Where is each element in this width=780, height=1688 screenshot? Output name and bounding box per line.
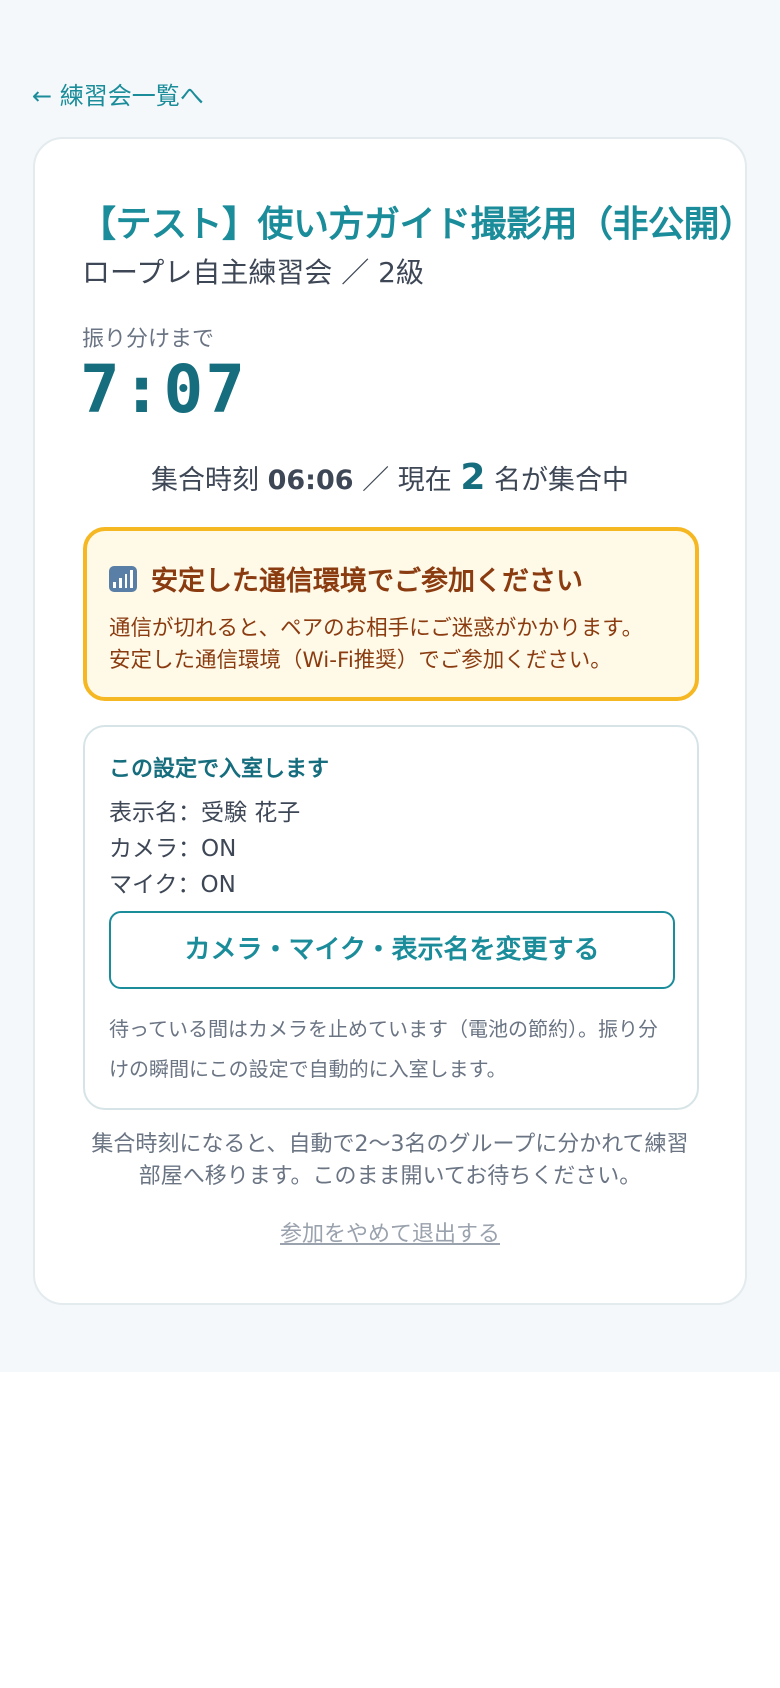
entry-settings-box: この設定で入室します 表示名：受験 花子 カメラ：ON マイク：ON カメラ・マ… (83, 725, 699, 1110)
warning-line-1: 通信が切れると、ペアのお相手にご迷惑がかかります。 (109, 616, 644, 641)
warning-body: 通信が切れると、ペアのお相手にご迷惑がかかります。 安定した通信環境（Wi-Fi… (109, 613, 643, 677)
warning-line-2: 安定した通信環境（Wi-Fi推奨）でご参加ください。 (109, 648, 612, 673)
gathering-suffix: 名が集合中 (485, 465, 629, 496)
event-title: 【テスト】使い方ガイド撮影用（非公開） (80, 204, 755, 245)
signal-strength-icon (109, 565, 137, 592)
waiting-room-card: 【テスト】使い方ガイド撮影用（非公開） ロープレ自主練習会 ／ 2級 振り分けま… (33, 137, 755, 1305)
back-to-list-link[interactable]: ← 練習会一覧へ (32, 76, 204, 111)
warning-header: 安定した通信環境でご参加ください (109, 559, 583, 598)
gathering-prefix: 集合時刻 (151, 465, 268, 496)
countdown-label: 振り分けまで (82, 327, 215, 352)
camera-setting: カメラ：ON (109, 836, 237, 862)
mic-setting: マイク：ON (109, 872, 236, 898)
event-subtitle: ロープレ自主練習会 ／ 2級 (82, 256, 424, 289)
settings-note: 待っている間はカメラを止めています（電池の節約）。振り分けの瞬間にこの設定で自動… (109, 1017, 658, 1081)
leave-event-link[interactable]: 参加をやめて退出する (35, 1216, 745, 1248)
warning-title: 安定した通信環境でご参加ください (151, 566, 583, 597)
participant-count: 2 (460, 457, 486, 498)
countdown-timer: 7:07 (80, 351, 247, 428)
connection-warning-box: 安定した通信環境でご参加ください 通信が切れると、ペアのお相手にご迷惑がかかりま… (83, 527, 699, 701)
gathering-middle: ／ 現在 (353, 465, 461, 496)
change-settings-button[interactable]: カメラ・マイク・表示名を変更する (109, 911, 675, 989)
auto-grouping-note: 集合時刻になると、自動で2〜3名のグループに分かれて練習部屋へ移ります。このまま… (91, 1132, 689, 1189)
display-name-setting: 表示名：受験 花子 (109, 800, 301, 826)
gathering-time: 06:06 (267, 465, 354, 496)
settings-title: この設定で入室します (109, 757, 330, 782)
gathering-status: 集合時刻 06:06 ／ 現在 2 名が集合中 (35, 457, 745, 498)
